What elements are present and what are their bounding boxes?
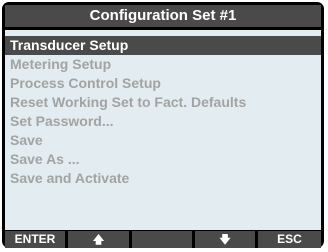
arrow-up-icon: 🡅 [92, 234, 105, 246]
menu-item-metering-setup[interactable]: Metering Setup [5, 55, 321, 74]
menu-item-process-control-setup[interactable]: Process Control Setup [5, 74, 321, 93]
menu-item-reset-working-set[interactable]: Reset Working Set to Fact. Defaults [5, 93, 321, 112]
blank-softkey[interactable] [132, 231, 192, 248]
down-softkey[interactable]: 🡇 [195, 231, 255, 248]
menu-list: Transducer Setup Metering Setup Process … [5, 36, 321, 188]
esc-softkey-label: ESC [277, 232, 302, 246]
menu-item-label: Save and Activate [10, 170, 130, 186]
menu-item-save-as[interactable]: Save As ... [5, 150, 321, 169]
menu-screen: Transducer Setup Metering Setup Process … [5, 30, 321, 230]
menu-item-label: Process Control Setup [10, 75, 161, 91]
menu-item-label: Save [10, 132, 43, 148]
softkey-bar: ENTER 🡅 🡇 ESC [5, 231, 321, 248]
esc-softkey[interactable]: ESC [258, 231, 321, 248]
menu-item-save[interactable]: Save [5, 131, 321, 150]
page-title: Configuration Set #1 [89, 7, 237, 24]
enter-softkey[interactable]: ENTER [5, 231, 65, 248]
menu-item-set-password[interactable]: Set Password... [5, 112, 321, 131]
arrow-down-icon: 🡇 [219, 234, 231, 246]
menu-item-label: Reset Working Set to Fact. Defaults [10, 94, 247, 110]
menu-item-label: Metering Setup [10, 56, 112, 72]
title-bar: Configuration Set #1 [5, 5, 321, 27]
enter-softkey-label: ENTER [14, 232, 56, 246]
menu-item-transducer-setup[interactable]: Transducer Setup [5, 36, 321, 55]
menu-item-label: Set Password... [10, 113, 114, 129]
menu-item-label: Save As ... [10, 151, 80, 167]
menu-item-label: Transducer Setup [10, 37, 129, 53]
up-softkey[interactable]: 🡅 [68, 231, 129, 248]
menu-item-save-and-activate[interactable]: Save and Activate [5, 169, 321, 188]
